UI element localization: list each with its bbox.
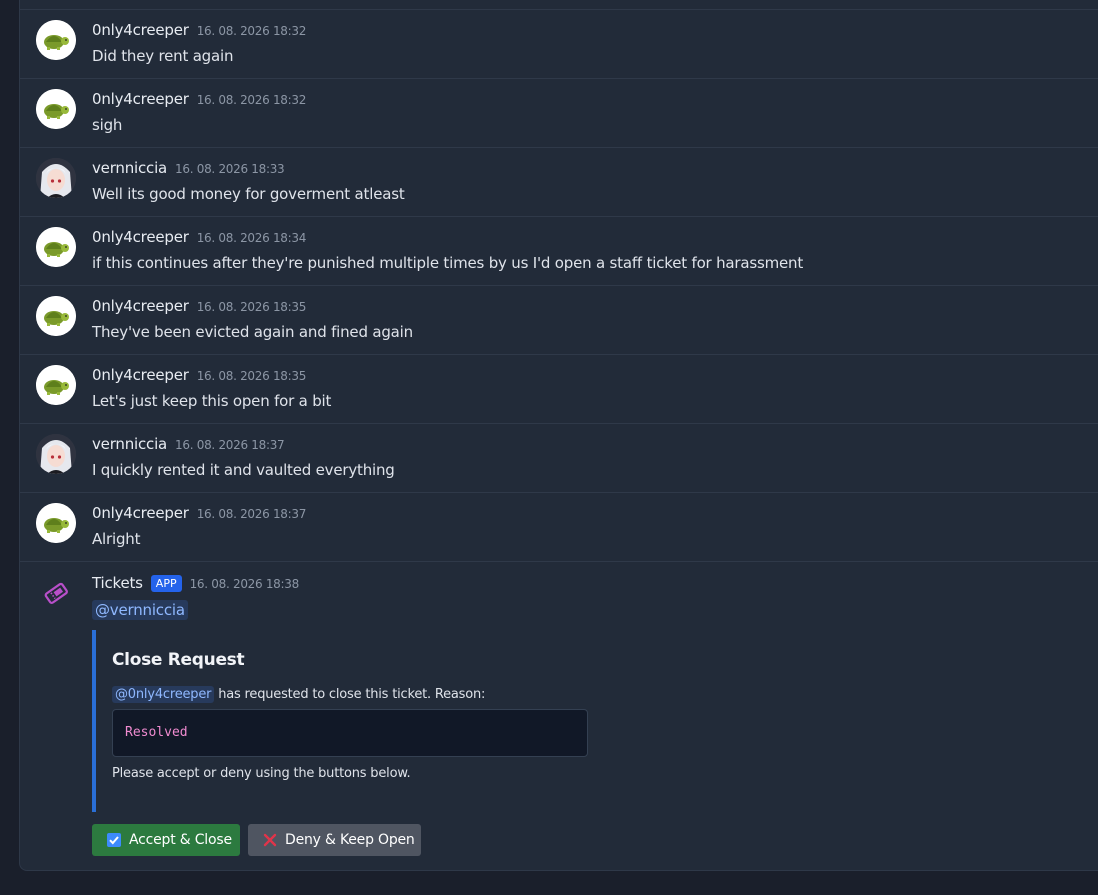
- message-item: 0nly4creeper 16. 08. 2026 18:32 Did they …: [20, 9, 1098, 79]
- reason-text: Resolved: [125, 725, 188, 740]
- requester-mention[interactable]: @0nly4creeper: [112, 686, 215, 703]
- user-mention[interactable]: @vernniccia: [92, 600, 188, 620]
- message-timestamp: 16. 08. 2026 18:38: [189, 577, 300, 591]
- message-item: 0nly4creeper 16. 08. 2026 18:32 sigh: [20, 78, 1098, 148]
- message-item: 0nly4creeper 16. 08. 2026 18:34 if this c…: [20, 216, 1098, 286]
- turtle-avatar[interactable]: [36, 296, 76, 336]
- deny-keep-open-label: Deny & Keep Open: [285, 832, 415, 848]
- message-text: I quickly rented it and vaulted everythi…: [92, 461, 395, 479]
- embed-description-text: has requested to close this ticket. Reas…: [214, 687, 486, 702]
- embed-footer-text: Please accept or deny using the buttons …: [112, 766, 411, 781]
- message-text: Let's just keep this open for a bit: [92, 392, 332, 410]
- bot-author[interactable]: Tickets: [92, 574, 143, 592]
- message-author[interactable]: 0nly4creeper: [92, 228, 189, 246]
- mention-line: @vernniccia: [92, 600, 188, 620]
- turtle-avatar[interactable]: [36, 89, 76, 129]
- message-text: sigh: [92, 116, 123, 134]
- message-timestamp: 16. 08. 2026 18:32: [196, 93, 307, 107]
- accept-close-label: Accept & Close: [129, 832, 232, 848]
- message-item: 0nly4creeper 16. 08. 2026 18:37 Alright: [20, 492, 1098, 562]
- check-icon: [107, 833, 121, 847]
- turtle-avatar[interactable]: [36, 503, 76, 543]
- message-timestamp: 16. 08. 2026 18:33: [175, 162, 285, 176]
- message-timestamp: 16. 08. 2026 18:35: [196, 300, 307, 314]
- embed-description: @0nly4creeper has requested to close thi…: [112, 686, 485, 703]
- bot-message: Tickets APP 16. 08. 2026 18:38 @vernnicc…: [20, 561, 1098, 871]
- message-item: 0nly4creeper 16. 08. 2026 18:35 They've b…: [20, 285, 1098, 355]
- message-item: vernniccia 16. 08. 2026 18:37 I quickly r…: [20, 423, 1098, 493]
- anime-girl-avatar[interactable]: [36, 434, 76, 474]
- message-text: Alright: [92, 530, 141, 548]
- message-timestamp: 16. 08. 2026 18:34: [196, 231, 307, 245]
- accept-close-button[interactable]: Accept & Close: [92, 824, 240, 856]
- deny-keep-open-button[interactable]: Deny & Keep Open: [248, 824, 421, 856]
- message-text: They've been evicted again and fined aga…: [92, 323, 413, 341]
- message-text: Well its good money for goverment atleas…: [92, 185, 405, 203]
- message-author[interactable]: 0nly4creeper: [92, 297, 189, 315]
- anime-girl-avatar[interactable]: [36, 158, 76, 198]
- message-timestamp: 16. 08. 2026 18:37: [175, 438, 285, 452]
- embed-title: Close Request: [112, 650, 245, 670]
- message-author[interactable]: 0nly4creeper: [92, 21, 189, 39]
- ticket-channel-panel: 0nly4creeper 16. 08. 2026 18:32 Did they …: [19, 0, 1098, 871]
- turtle-avatar[interactable]: [36, 20, 76, 60]
- message-timestamp: 16. 08. 2026 18:35: [196, 369, 307, 383]
- message-item: vernniccia 16. 08. 2026 18:33 Well its go…: [20, 147, 1098, 217]
- turtle-avatar[interactable]: [36, 365, 76, 405]
- message-timestamp: 16. 08. 2026 18:32: [196, 24, 307, 38]
- message-author[interactable]: 0nly4creeper: [92, 90, 189, 108]
- message-text: Did they rent again: [92, 47, 234, 65]
- x-icon: [263, 833, 277, 847]
- message-author[interactable]: vernniccia: [92, 435, 167, 453]
- message-item: 0nly4creeper 16. 08. 2026 18:35 Let's jus…: [20, 354, 1098, 424]
- message-author[interactable]: 0nly4creeper: [92, 504, 189, 522]
- message-author[interactable]: 0nly4creeper: [92, 366, 189, 384]
- ticket-icon: [43, 580, 69, 606]
- reason-code-block: Resolved: [112, 709, 588, 757]
- message-text: if this continues after they're punished…: [92, 254, 804, 272]
- message-timestamp: 16. 08. 2026 18:37: [196, 507, 307, 521]
- turtle-avatar[interactable]: [36, 227, 76, 267]
- close-request-embed: Close Request @0nly4creeper has requeste…: [92, 630, 588, 812]
- app-badge: APP: [150, 575, 182, 592]
- message-author[interactable]: vernniccia: [92, 159, 167, 177]
